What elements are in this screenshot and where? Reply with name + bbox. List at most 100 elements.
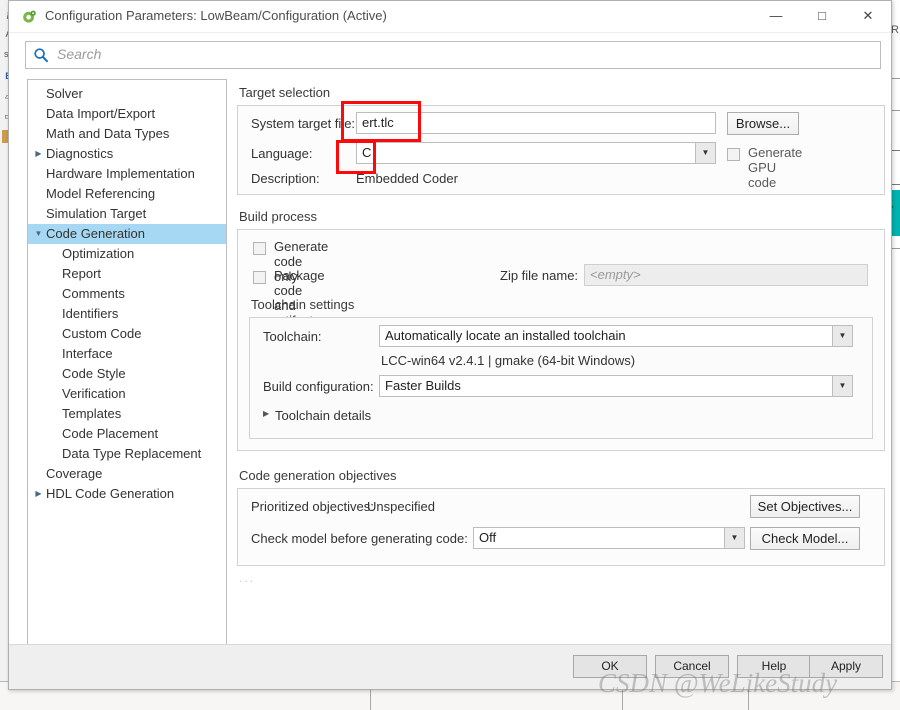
- toolchain-label: Toolchain:: [263, 329, 322, 344]
- apply-button[interactable]: Apply: [809, 655, 883, 678]
- toolchain-combo[interactable]: Automatically locate an installed toolch…: [379, 325, 853, 347]
- sidebar-item-coverage[interactable]: Coverage: [28, 464, 226, 484]
- tree-spacer: [33, 104, 44, 124]
- sidebar-item-hdl-code-generation[interactable]: ▶HDL Code Generation: [28, 484, 226, 504]
- check-model-button[interactable]: Check Model...: [750, 527, 860, 550]
- description-label: Description:: [251, 171, 320, 186]
- check-model-combo[interactable]: Off ▼: [473, 527, 745, 549]
- prioritized-objectives-label: Prioritized objectives:: [251, 499, 374, 514]
- system-target-file-input[interactable]: ert.tlc: [356, 112, 716, 134]
- chevron-down-icon[interactable]: ▼: [832, 326, 852, 346]
- sidebar-item-label: Templates: [62, 404, 121, 424]
- sidebar-item-comments[interactable]: Comments: [28, 284, 226, 304]
- chevron-down-icon[interactable]: ▼: [695, 143, 715, 163]
- sidebar-item-label: Simulation Target: [46, 204, 146, 224]
- chevron-down-icon[interactable]: ▼: [832, 376, 852, 396]
- maximize-button[interactable]: □: [799, 1, 845, 31]
- sidebar-item-identifiers[interactable]: Identifiers: [28, 304, 226, 324]
- sidebar-item-label: Diagnostics: [46, 144, 113, 164]
- sidebar-item-label: Model Referencing: [46, 184, 155, 204]
- check-model-value: Off: [479, 528, 496, 548]
- sidebar-item-code-generation[interactable]: ▼Code Generation: [28, 224, 226, 244]
- sidebar-item-report[interactable]: Report: [28, 264, 226, 284]
- sidebar-item-label: Data Type Replacement: [62, 444, 201, 464]
- sidebar-item-model-referencing[interactable]: Model Referencing: [28, 184, 226, 204]
- search-placeholder: Search: [57, 46, 101, 62]
- tree-spacer: [33, 464, 44, 484]
- chevron-right-icon[interactable]: ▶: [33, 484, 44, 504]
- ok-button[interactable]: OK: [573, 655, 647, 678]
- sidebar-item-label: Comments: [62, 284, 125, 304]
- language-combo[interactable]: C ▼: [356, 142, 716, 164]
- chevron-right-icon: ▶: [263, 409, 269, 418]
- tree-spacer: [33, 324, 44, 344]
- generate-gpu-code-label: Generate GPU code: [748, 145, 802, 190]
- simulink-icon: [21, 9, 37, 25]
- tree-spacer: [33, 444, 44, 464]
- tree-spacer: [33, 124, 44, 144]
- tree-spacer: [33, 304, 44, 324]
- toolchain-details-label: Toolchain details: [275, 408, 371, 423]
- chevron-down-icon[interactable]: ▼: [33, 224, 44, 244]
- background-right-label: R: [891, 24, 899, 36]
- close-button[interactable]: ✕: [845, 1, 891, 31]
- checkbox-box: [253, 271, 266, 284]
- sidebar-item-diagnostics[interactable]: ▶Diagnostics: [28, 144, 226, 164]
- sidebar-item-label: Optimization: [62, 244, 134, 264]
- chevron-right-icon[interactable]: ▶: [33, 144, 44, 164]
- prioritized-objectives-value: Unspecified: [367, 499, 435, 514]
- tree-spacer: [33, 344, 44, 364]
- sidebar-item-label: Solver: [46, 84, 83, 104]
- dialog-button-bar: OK Cancel Help Apply: [9, 644, 891, 689]
- sidebar-item-data-type-replacement[interactable]: Data Type Replacement: [28, 444, 226, 464]
- tree-spacer: [33, 184, 44, 204]
- check-model-label: Check model before generating code:: [251, 531, 468, 546]
- search-icon: [33, 47, 49, 63]
- window-title: Configuration Parameters: LowBeam/Config…: [45, 8, 387, 23]
- overflow-indicator[interactable]: ...: [239, 571, 255, 585]
- tree-spacer: [33, 284, 44, 304]
- settings-tree[interactable]: SolverData Import/ExportMath and Data Ty…: [27, 79, 227, 659]
- sidebar-item-hardware-implementation[interactable]: Hardware Implementation: [28, 164, 226, 184]
- sidebar-item-code-style[interactable]: Code Style: [28, 364, 226, 384]
- description-value: Embedded Coder: [356, 171, 458, 186]
- tree-spacer: [33, 384, 44, 404]
- help-button[interactable]: Help: [737, 655, 811, 678]
- sidebar-item-label: Report: [62, 264, 101, 284]
- objectives-title: Code generation objectives: [239, 468, 397, 483]
- sidebar-item-label: Data Import/Export: [46, 104, 155, 124]
- set-objectives-button[interactable]: Set Objectives...: [750, 495, 860, 518]
- sidebar-item-label: Coverage: [46, 464, 102, 484]
- sidebar-item-label: Code Generation: [46, 224, 145, 244]
- tree-spacer: [33, 364, 44, 384]
- search-input[interactable]: Search: [25, 41, 881, 69]
- toolchain-settings-title: Toolchain settings: [251, 297, 354, 312]
- build-process-title: Build process: [239, 209, 317, 224]
- build-configuration-label: Build configuration:: [263, 379, 374, 394]
- toolchain-value: Automatically locate an installed toolch…: [385, 326, 626, 346]
- sidebar-item-interface[interactable]: Interface: [28, 344, 226, 364]
- sidebar-item-math-and-data-types[interactable]: Math and Data Types: [28, 124, 226, 144]
- sidebar-item-verification[interactable]: Verification: [28, 384, 226, 404]
- chevron-down-icon[interactable]: ▼: [724, 528, 744, 548]
- cancel-button[interactable]: Cancel: [655, 655, 729, 678]
- browse-button[interactable]: Browse...: [727, 112, 799, 135]
- sidebar-item-solver[interactable]: Solver: [28, 84, 226, 104]
- sidebar-item-optimization[interactable]: Optimization: [28, 244, 226, 264]
- sidebar-item-label: Code Style: [62, 364, 126, 384]
- zip-file-name-label: Zip file name:: [500, 268, 578, 283]
- tree-spacer: [33, 264, 44, 284]
- system-target-file-label: System target file:: [251, 116, 355, 131]
- sidebar-item-label: Verification: [62, 384, 126, 404]
- sidebar-item-code-placement[interactable]: Code Placement: [28, 424, 226, 444]
- target-selection-title: Target selection: [239, 85, 330, 100]
- minimize-button[interactable]: —: [753, 1, 799, 31]
- sidebar-item-data-import-export[interactable]: Data Import/Export: [28, 104, 226, 124]
- sidebar-item-label: HDL Code Generation: [46, 484, 174, 504]
- sidebar-item-templates[interactable]: Templates: [28, 404, 226, 424]
- tree-spacer: [33, 84, 44, 104]
- build-configuration-combo[interactable]: Faster Builds ▼: [379, 375, 853, 397]
- sidebar-item-simulation-target[interactable]: Simulation Target: [28, 204, 226, 224]
- sidebar-item-custom-code[interactable]: Custom Code: [28, 324, 226, 344]
- sidebar-item-label: Code Placement: [62, 424, 158, 444]
